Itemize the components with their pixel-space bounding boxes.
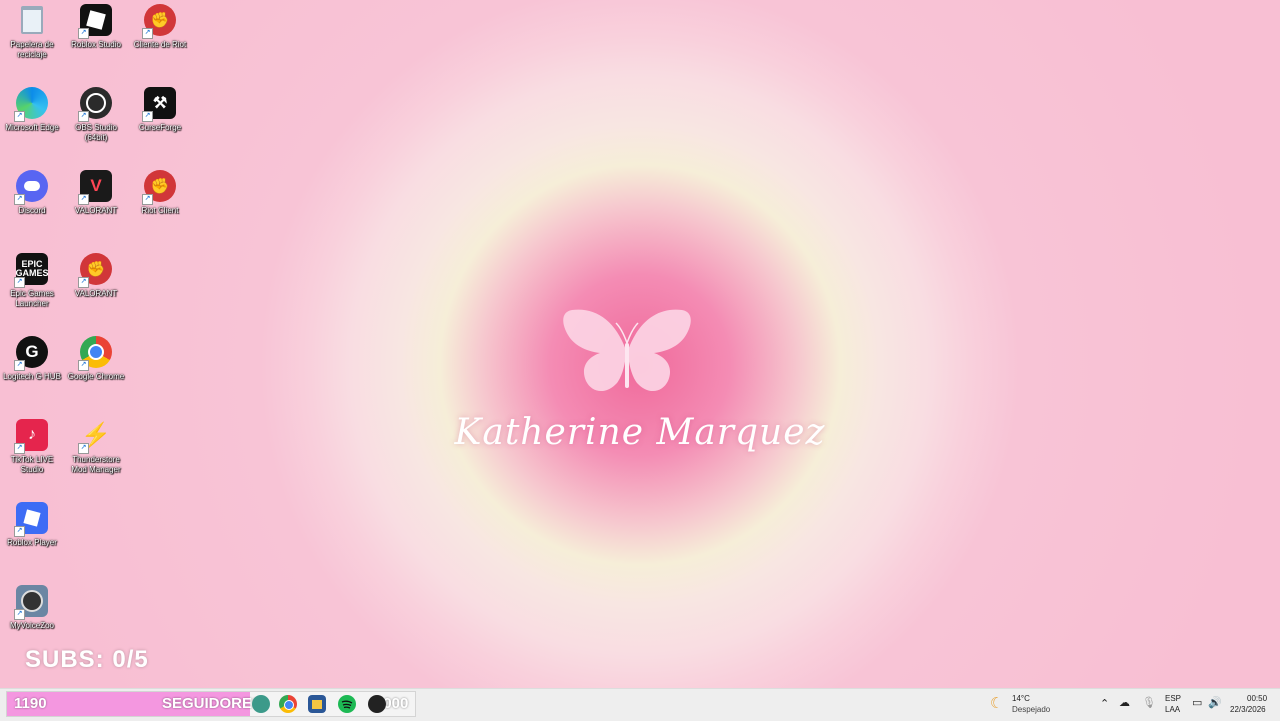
desktop-shortcut[interactable]: ✊ ↗ Riot Client	[128, 170, 192, 216]
desktop-shortcut[interactable]: ⚒ ↗ CurseForge	[128, 87, 192, 133]
followers-label: SEGUIDORES	[162, 695, 263, 712]
cloud-sync-icon[interactable]: ☁	[1119, 696, 1130, 709]
clock-date[interactable]: 22/3/2026	[1230, 705, 1266, 714]
moon-weather-icon: ☾	[990, 695, 1004, 712]
shortcut-arrow-icon: ↗	[14, 194, 25, 205]
chrome-icon[interactable]	[279, 695, 297, 713]
desktop-shortcut[interactable]: ↗ Discord	[0, 170, 64, 216]
desktop-shortcut[interactable]: ↗ OBS Studio (64bit)	[64, 87, 128, 143]
desktop-shortcut[interactable]: ↗ MyVoiceZoo	[0, 585, 64, 631]
roblox-player-icon: ↗	[14, 502, 48, 537]
subs-counter: SUBS: 0/5	[25, 646, 149, 673]
shortcut-arrow-icon: ↗	[78, 277, 89, 288]
myvoicezoo-icon: ↗	[14, 585, 48, 620]
thunderstore-icon: ⚡ ↗	[78, 419, 112, 454]
desktop-shortcut[interactable]: ↗ Google Chrome	[64, 336, 128, 382]
desktop-shortcut[interactable]: ✊ ↗ VALORANT	[64, 253, 128, 299]
desktop-shortcut[interactable]: ↗ Roblox Studio	[64, 4, 128, 50]
shortcut-arrow-icon: ↗	[78, 28, 89, 39]
desktop-shortcut[interactable]: G ↗ Logitech G HUB	[0, 336, 64, 382]
desktop-shortcut[interactable]: ⚡ ↗ Thunderstore Mod Manager	[64, 419, 128, 475]
desktop-shortcut-label: Logitech G HUB	[3, 372, 61, 381]
shortcut-arrow-icon: ↗	[14, 277, 25, 288]
desktop-shortcut-label: Microsoft Edge	[5, 123, 59, 132]
obs-icon: ↗	[78, 87, 112, 122]
logitech-icon: G ↗	[14, 336, 48, 371]
shortcut-arrow-icon: ↗	[14, 609, 25, 620]
epic-games-icon: EPIC GAMES ↗	[14, 253, 49, 288]
riot-client-icon: ✊ ↗	[78, 253, 112, 288]
shortcut-arrow-icon: ↗	[142, 194, 153, 205]
recycle-bin-icon	[16, 4, 48, 36]
desktop-shortcut[interactable]: ✊ ↗ Cliente de Riot	[128, 4, 192, 50]
chevron-up-icon[interactable]: ⌃	[1100, 697, 1109, 710]
desktop-shortcut-label: Epic Games Launcher	[10, 289, 54, 308]
discord-icon: ↗	[14, 170, 48, 205]
shortcut-arrow-icon: ↗	[142, 28, 153, 39]
store-icon[interactable]	[308, 695, 326, 713]
clock-time[interactable]: 00:50	[1247, 694, 1267, 703]
tiktok-icon: ♪ ↗	[14, 419, 48, 454]
riot-client-icon: ✊ ↗	[142, 170, 176, 205]
desktop-shortcut-label: CurseForge	[138, 123, 182, 132]
desktop-shortcut-label: Cliente de Riot	[133, 40, 187, 49]
curseforge-icon: ⚒ ↗	[142, 87, 176, 122]
shortcut-arrow-icon: ↗	[78, 443, 89, 454]
valorant-icon: V ↗	[78, 170, 112, 205]
weather-temp[interactable]: 14°C	[1012, 694, 1030, 703]
microphone-icon[interactable]: 🎙	[1142, 696, 1156, 709]
desktop-shortcut[interactable]: EPIC GAMES ↗ Epic Games Launcher	[0, 253, 64, 309]
desktop-shortcut-label: Riot Client	[141, 206, 179, 215]
desktop-shortcut[interactable]: Papelera de reciclaje	[0, 4, 64, 60]
github-icon[interactable]	[368, 695, 386, 713]
shortcut-arrow-icon: ↗	[78, 194, 89, 205]
weather-desc[interactable]: Despejado	[1012, 705, 1050, 714]
shortcut-arrow-icon: ↗	[14, 360, 25, 371]
desktop-shortcut-label: TikTok LIVE Studio	[10, 455, 54, 474]
language-bottom[interactable]: LAA	[1165, 705, 1180, 714]
chrome-icon: ↗	[78, 336, 112, 371]
desktop-shortcut-label: Google Chrome	[67, 372, 125, 381]
shortcut-arrow-icon: ↗	[14, 526, 25, 537]
network-icon[interactable]: ▭	[1192, 696, 1202, 709]
desktop-shortcut-label: Roblox Studio	[71, 40, 121, 49]
desktop-shortcut[interactable]: ↗ Roblox Player	[0, 502, 64, 548]
volume-icon[interactable]: 🔊	[1208, 696, 1222, 709]
butterfly-logo	[563, 309, 691, 392]
shortcut-arrow-icon: ↗	[14, 443, 25, 454]
desktop-shortcut-label: Papelera de reciclaje	[10, 40, 54, 59]
riot-client-icon: ✊ ↗	[142, 4, 176, 39]
desktop-shortcut-label: VALORANT	[74, 206, 118, 215]
shortcut-arrow-icon: ↗	[78, 360, 89, 371]
desktop-shortcut-label: OBS Studio (64bit)	[75, 123, 117, 142]
file-explorer-icon[interactable]	[252, 695, 270, 713]
edge-icon: ↗	[14, 87, 48, 122]
desktop-shortcut-label: MyVoiceZoo	[9, 621, 55, 630]
desktop-shortcut[interactable]: ♪ ↗ TikTok LIVE Studio	[0, 419, 64, 475]
followers-count: 1190	[14, 695, 47, 712]
desktop-shortcut[interactable]: ↗ Microsoft Edge	[0, 87, 64, 133]
shortcut-arrow-icon: ↗	[142, 111, 153, 122]
desktop-shortcut-label: Roblox Player	[7, 538, 57, 547]
language-top[interactable]: ESP	[1165, 694, 1181, 703]
shortcut-arrow-icon: ↗	[78, 111, 89, 122]
desktop-shortcut-label: VALORANT	[74, 289, 118, 298]
desktop-shortcut-label: Discord	[18, 206, 46, 215]
roblox-studio-icon: ↗	[78, 4, 112, 39]
desktop-shortcut-label: Thunderstore Mod Manager	[71, 455, 121, 474]
desktop-shortcut[interactable]: V ↗ VALORANT	[64, 170, 128, 216]
wallpaper-name: Katherine Marquez	[454, 412, 826, 453]
shortcut-arrow-icon: ↗	[14, 111, 25, 122]
spotify-icon[interactable]	[338, 695, 356, 713]
